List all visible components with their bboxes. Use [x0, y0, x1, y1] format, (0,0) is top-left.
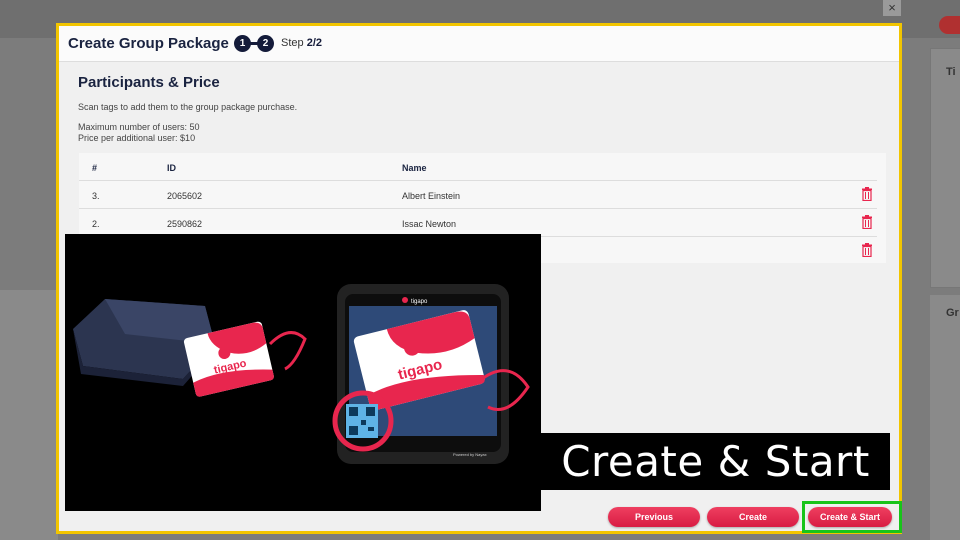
column-number: # — [92, 163, 98, 173]
max-users-text: Maximum number of users: 50 — [78, 122, 200, 132]
column-id: ID — [167, 163, 176, 173]
row-name: Issac Newton — [402, 219, 457, 229]
tutorial-caption: Create & Start — [541, 433, 890, 490]
delete-row-icon[interactable] — [861, 215, 873, 229]
step-counter: Step 2/2 — [281, 37, 322, 49]
delete-row-icon[interactable] — [861, 243, 873, 257]
row-name: Albert Einstein — [402, 191, 461, 201]
background-action-button — [939, 16, 960, 34]
nfc-hardware-illustration: tigapo tigapo Powered by Nayax tigapo — [73, 284, 530, 464]
delete-row-icon[interactable] — [861, 187, 873, 201]
background-side-panel — [930, 48, 960, 288]
create-button[interactable]: Create — [707, 507, 799, 527]
price-per-user-text: Price per additional user: $10 — [78, 133, 196, 143]
table-header: # ID Name — [79, 153, 877, 181]
create-and-start-highlight — [802, 501, 902, 533]
table-row: 3. 2065602 Albert Einstein — [79, 181, 877, 209]
close-dialog-icon[interactable]: × — [883, 0, 901, 16]
dialog-title: Create Group Package — [68, 35, 229, 52]
tutorial-video-overlay: tigapo tigapo Powered by Nayax tigapo — [65, 234, 541, 511]
row-id: 2590862 — [167, 219, 203, 229]
row-id: 2065602 — [167, 191, 203, 201]
previous-button[interactable]: Previous — [608, 507, 700, 527]
device-brand-text: tigapo — [411, 299, 428, 305]
background-panel-heading-lower: Gr — [946, 307, 959, 319]
section-title: Participants & Price — [78, 74, 220, 91]
row-number: 2. — [92, 219, 100, 229]
section-description: Scan tags to add them to the group packa… — [78, 102, 298, 112]
step-2-indicator: 2 — [257, 35, 274, 52]
row-number: 3. — [92, 191, 100, 201]
dialog-header: Create Group Package 1 2 Step 2/2 — [59, 26, 899, 62]
device-footer-text: Powered by Nayax — [453, 452, 487, 457]
step-label: Step — [281, 37, 304, 49]
background-side-panel-lower — [930, 295, 960, 540]
table-row: 2. 2590862 Issac Newton — [79, 209, 877, 237]
column-name: Name — [402, 163, 427, 173]
background-left-panel — [0, 290, 58, 540]
package-limits: Maximum number of users: 50 Price per ad… — [78, 122, 200, 144]
step-value: 2/2 — [306, 37, 322, 49]
background-panel-heading: Ti — [946, 66, 956, 78]
